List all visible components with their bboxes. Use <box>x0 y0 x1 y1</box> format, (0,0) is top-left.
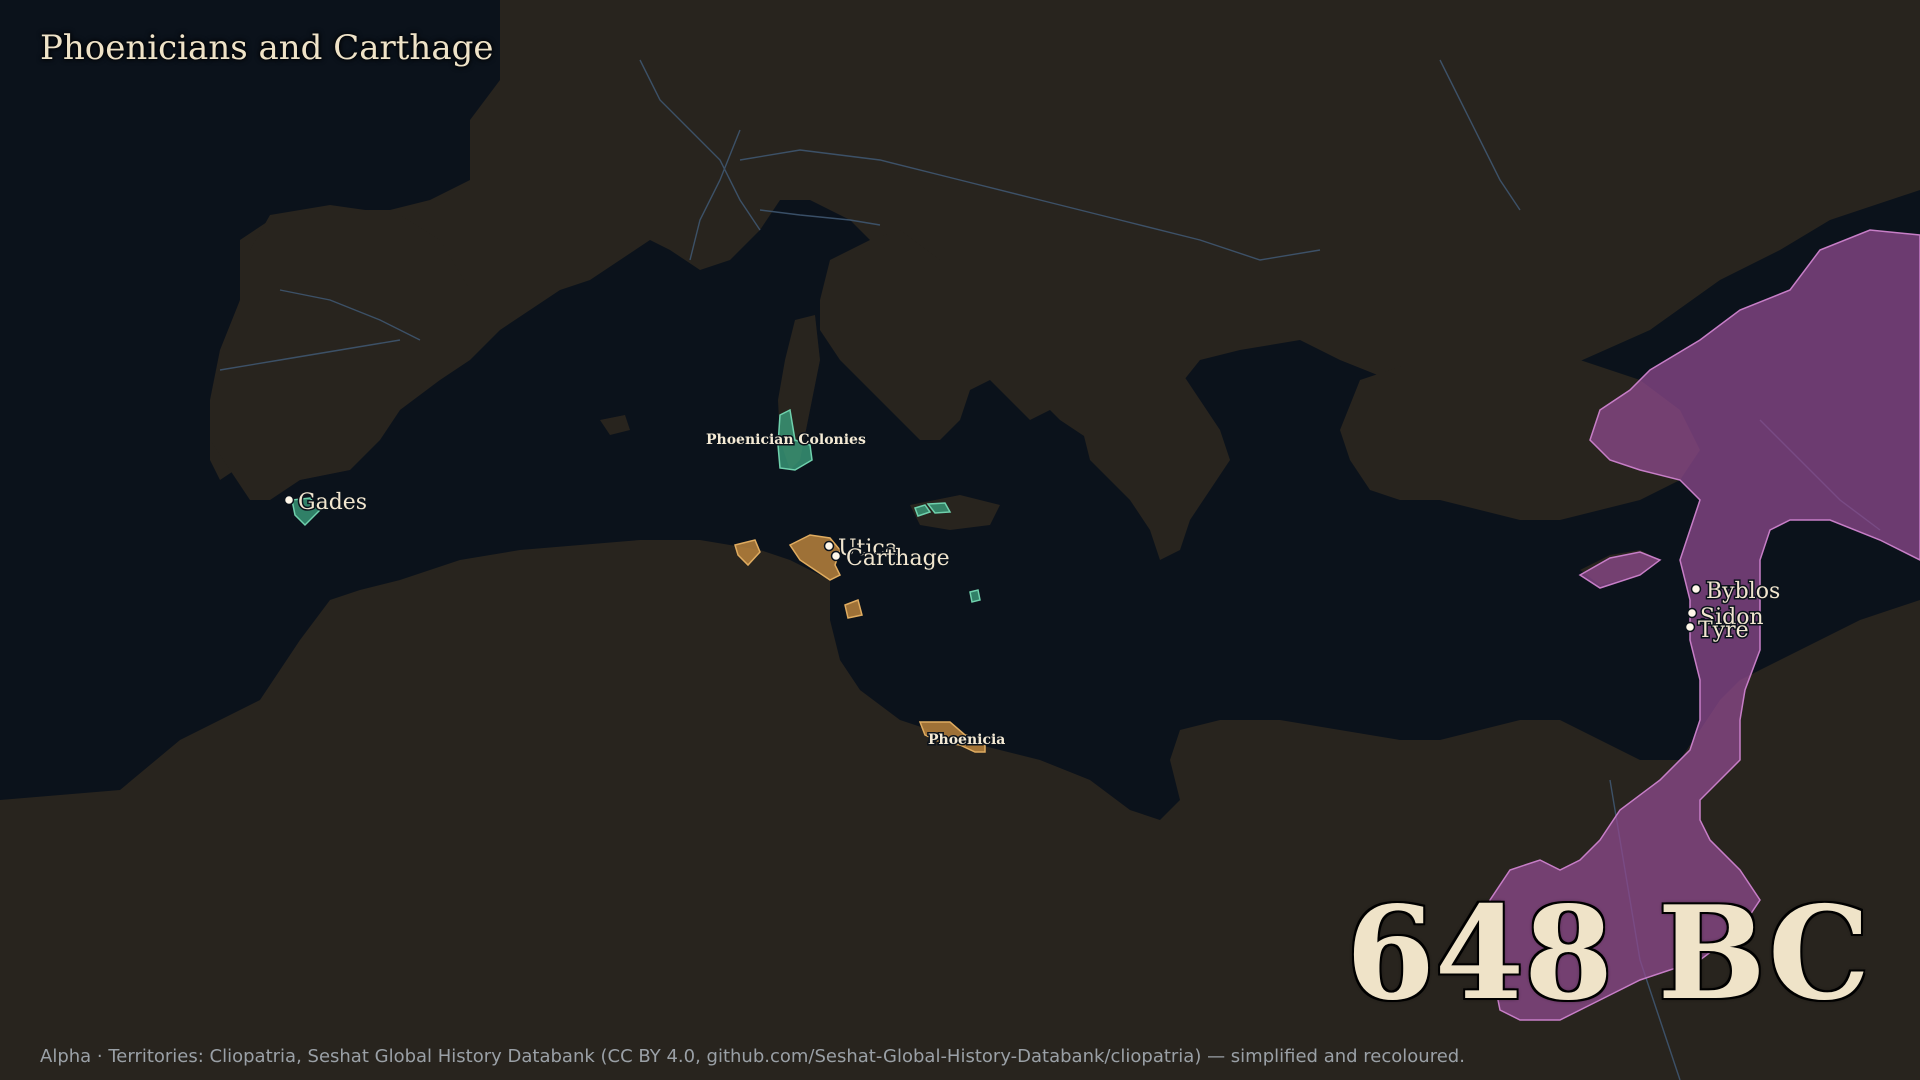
region-label-phoenician-colonies: Phoenician Colonies <box>706 432 866 448</box>
city-dot-tyre <box>1684 621 1696 633</box>
city-label-carthage: Carthage <box>846 546 950 571</box>
map-stage: Phoenician Colonies Phoenicia Gades Utic… <box>0 0 1920 1080</box>
city-label-byblos: Byblos <box>1706 579 1780 604</box>
city-label-gades: Gades <box>298 490 367 515</box>
city-dot-byblos <box>1690 583 1702 595</box>
attribution-text: Alpha · Territories: Cliopatria, Seshat … <box>40 1046 1465 1067</box>
city-dot-utica <box>823 540 835 552</box>
region-label-phoenicia: Phoenicia <box>928 732 1005 748</box>
city-dot-gades <box>283 494 295 506</box>
city-carthage: Carthage <box>830 545 951 573</box>
city-dot-carthage <box>830 550 842 562</box>
year-label: 648 BC <box>1345 879 1870 1029</box>
city-label-tyre: Tyre <box>1698 618 1749 643</box>
city-dot-sidon <box>1686 607 1698 619</box>
colony-malta <box>969 589 981 603</box>
map-title: Phoenicians and Carthage <box>40 28 494 68</box>
